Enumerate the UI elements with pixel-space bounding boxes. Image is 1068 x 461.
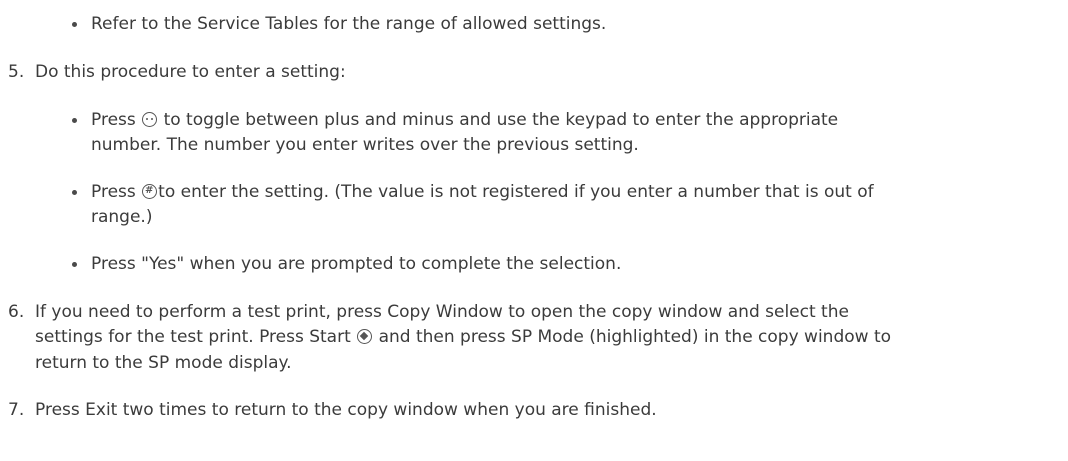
step-number: 5.	[8, 62, 25, 82]
bullet-marker	[72, 118, 77, 123]
bullet-text-pre: Press	[91, 182, 136, 202]
bullet-marker	[72, 262, 77, 267]
hash-glyph: #	[144, 185, 154, 196]
step-text: Press Exit two times to return to the co…	[35, 400, 657, 420]
bullet-text: Press "Yes" when you are prompted to com…	[91, 254, 622, 274]
step-text: Do this procedure to enter a setting:	[35, 62, 346, 82]
bullet-text-post: to toggle between plus and minus and use…	[163, 110, 839, 130]
step-text: If you need to perform a test print, pre…	[35, 302, 849, 322]
bullet-text-post: to enter the setting. (The value is not …	[158, 182, 874, 202]
bullet-text: Refer to the Service Tables for the rang…	[91, 14, 607, 34]
step-text-post: and then press SP Mode (highlighted) in …	[378, 327, 892, 347]
clear-modes-icon	[142, 112, 158, 127]
step-number: 6.	[8, 302, 25, 322]
document-page: Refer to the Service Tables for the rang…	[0, 0, 1068, 461]
bullet-text-continued: range.)	[91, 207, 153, 227]
step-number: 7.	[8, 400, 25, 420]
bullet-text-continued: number. The number you enter writes over…	[91, 135, 639, 155]
bullet-text: Press # to enter the setting. (The value …	[91, 181, 874, 203]
bullet-text: Press to toggle between plus and minus a…	[91, 109, 838, 131]
start-key-icon	[357, 329, 373, 344]
hash-key-icon: #	[142, 184, 158, 199]
bullet-text-pre: Press	[91, 110, 136, 130]
bullet-marker	[72, 22, 77, 27]
step-text-pre: settings for the test print. Press Start	[35, 327, 351, 347]
bullet-marker	[72, 190, 77, 195]
step-text-continued: settings for the test print. Press Start…	[35, 326, 891, 348]
step-text-continued: return to the SP mode display.	[35, 353, 292, 373]
